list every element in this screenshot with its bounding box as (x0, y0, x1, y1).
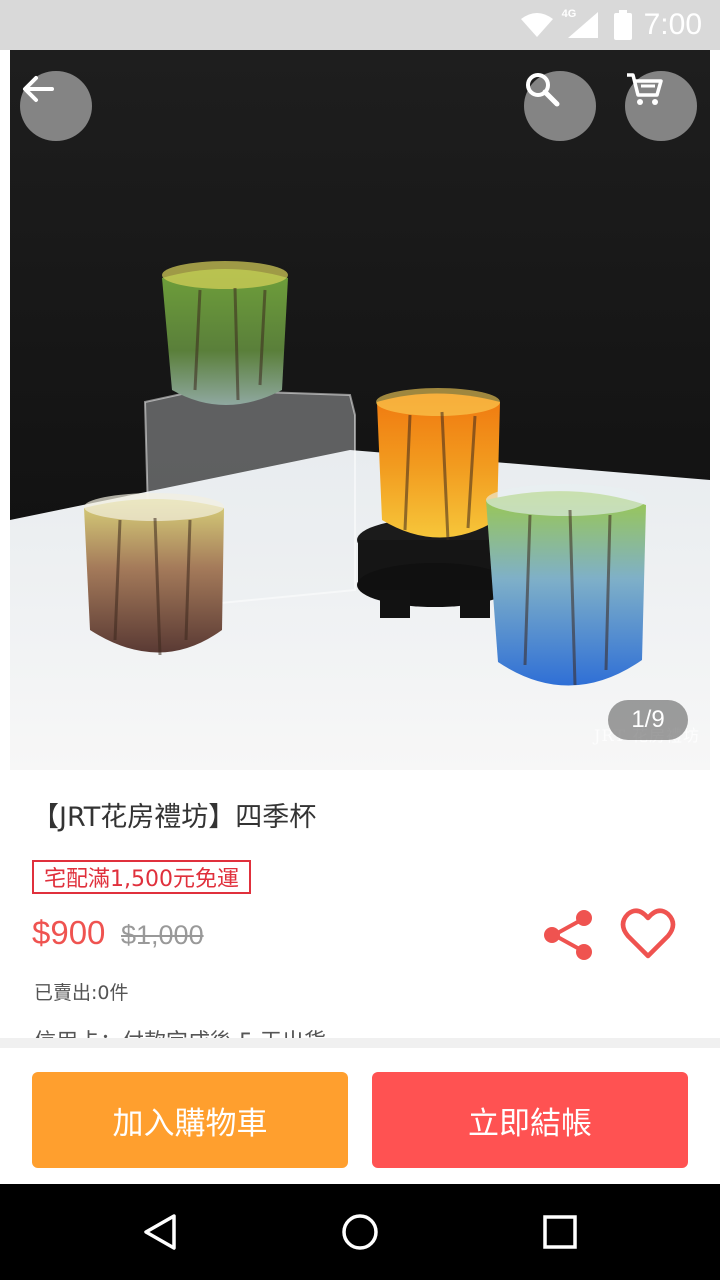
original-price: $1,000 (121, 920, 204, 950)
cart-button[interactable] (625, 71, 697, 141)
sold-count: 已賣出:0件 (34, 982, 129, 1004)
nav-back-button[interactable] (130, 1204, 190, 1260)
nav-home-button[interactable] (330, 1204, 390, 1260)
nav-back-icon (144, 1214, 176, 1250)
add-to-cart-button[interactable]: 加入購物車 (32, 1072, 348, 1168)
wifi-icon (520, 13, 553, 37)
image-counter: 1/9 (608, 700, 688, 740)
share-icon (544, 910, 592, 960)
product-title: 【JRT花房禮坊】四季杯 (32, 802, 317, 833)
nav-recents-icon (543, 1215, 577, 1249)
bottom-action-bar: 加入購物車 立即結帳 (0, 1048, 720, 1184)
system-nav-bar (0, 1184, 720, 1280)
status-bar: 4G 7:00 (0, 0, 720, 50)
battery-icon (613, 10, 632, 40)
status-icons: 4G 7:00 (520, 0, 702, 50)
signal-icon: 4G (562, 8, 602, 40)
heart-icon (620, 908, 676, 959)
status-time: 7:00 (643, 8, 702, 41)
product-photo (10, 50, 710, 770)
shipping-promo-badge: 宅配滿1,500元免運 (32, 860, 251, 894)
back-button[interactable] (20, 71, 92, 141)
nav-home-icon (342, 1214, 378, 1250)
product-price: $900 (32, 914, 106, 951)
network-type-label: 4G (561, 8, 577, 20)
search-button[interactable] (524, 71, 596, 141)
share-button[interactable] (542, 908, 596, 962)
product-image-carousel[interactable]: JRT 花房禮坊 1/9 (10, 50, 710, 770)
nav-recents-button[interactable] (530, 1204, 590, 1260)
favorite-button[interactable] (620, 906, 676, 962)
checkout-button[interactable]: 立即結帳 (372, 1072, 688, 1168)
cart-icon (627, 73, 663, 105)
back-arrow-icon (23, 76, 54, 102)
search-icon (526, 73, 560, 107)
